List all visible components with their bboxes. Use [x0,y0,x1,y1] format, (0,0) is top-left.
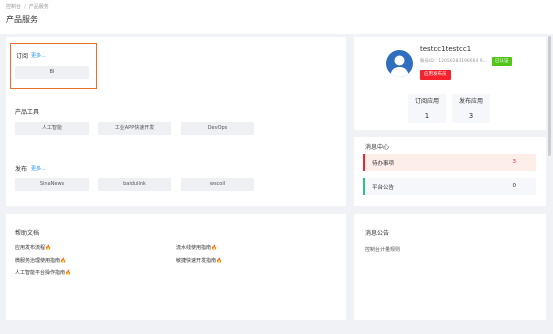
account-id: 账号ID：12050283196664 9... [420,59,487,64]
publish-item-baidulink[interactable]: baidulink [98,178,171,191]
tool-item-industrial-app[interactable]: 工业APP快速开发 [98,122,171,135]
subscription-more-link[interactable]: 更多... [31,52,46,59]
publish-more-link[interactable]: 更多... [31,165,46,172]
row-accent-bar [363,178,365,195]
message-count: 0 [512,183,517,189]
tool-item-ai[interactable]: 人工智能 [15,122,89,135]
username: testcc1testcc1 [420,45,472,53]
doc-link-label: 敏捷快速开发指南 [176,258,217,264]
message-center-title: 消息中心 [365,144,390,151]
stat-published-apps[interactable]: 发布应用 3 [452,94,490,123]
message-count: 3 [512,159,517,165]
notice-item[interactable]: 控制台计量规则 [365,246,400,253]
help-docs-card [6,214,346,320]
notice-title: 消息公告 [365,230,390,237]
fire-icon: 🔥 [65,270,72,276]
fire-icon: 🔥 [60,258,67,264]
doc-link[interactable]: 敏捷快速开发指南🔥 [176,257,222,264]
doc-link[interactable]: 流水线使用指南🔥 [176,244,217,251]
doc-link[interactable]: 应用发布流程🔥 [15,244,51,251]
fire-icon: 🔥 [45,245,52,251]
top-bar: 控制台 / 产品服务 产品服务 [0,0,553,34]
scrollbar-thumb[interactable] [548,36,551,156]
help-docs-title: 帮助文档 [15,230,40,237]
verified-badge: 已认证 [492,57,512,66]
doc-link[interactable]: 微服务治理使用指南🔥 [15,257,66,264]
stat-subscribed-apps[interactable]: 订阅应用 1 [408,94,446,123]
message-label: 平台公告 [372,185,395,191]
stat-label: 订阅应用 [414,98,439,105]
breadcrumb-home[interactable]: 控制台 [6,4,21,10]
publish-title: 发布 [15,166,28,173]
fire-icon: 🔥 [216,258,223,264]
message-row-announcements[interactable]: 平台公告 0 [363,178,536,195]
page-title: 产品服务 [6,15,38,24]
row-accent-bar [363,154,365,171]
stat-value: 1 [424,112,430,120]
doc-link[interactable]: 人工智能平台操作指南🔥 [15,269,71,276]
page-scrollbar[interactable] [547,34,552,334]
message-row-todo[interactable]: 待办事项 3 [363,154,536,171]
subscription-title: 订阅 [16,53,29,60]
breadcrumb-separator: / [24,4,26,10]
publish-item-sinanews[interactable]: SinaNews [15,178,89,191]
stat-value: 3 [468,112,474,120]
stat-label: 发布应用 [458,98,483,105]
fire-icon: 🔥 [211,245,218,251]
doc-link-label: 微服务治理使用指南 [15,258,61,264]
publish-item-wscoil[interactable]: wscoil [181,178,254,191]
doc-link-label: 流水线使用指南 [176,245,212,251]
doc-link-label: 人工智能平台操作指南 [15,270,66,276]
tools-title: 产品工具 [15,109,40,116]
user-icon [390,55,409,77]
doc-link-label: 应用发布流程 [15,245,46,251]
message-label: 待办事项 [372,161,395,167]
apply-publisher-button[interactable]: 应用发布员 [420,70,451,80]
breadcrumb: 控制台 / 产品服务 [6,3,49,10]
avatar [386,50,413,77]
subscription-item-bi[interactable]: BI [15,66,89,79]
tool-item-devops[interactable]: DevOps [181,122,254,135]
breadcrumb-current: 产品服务 [28,4,49,10]
